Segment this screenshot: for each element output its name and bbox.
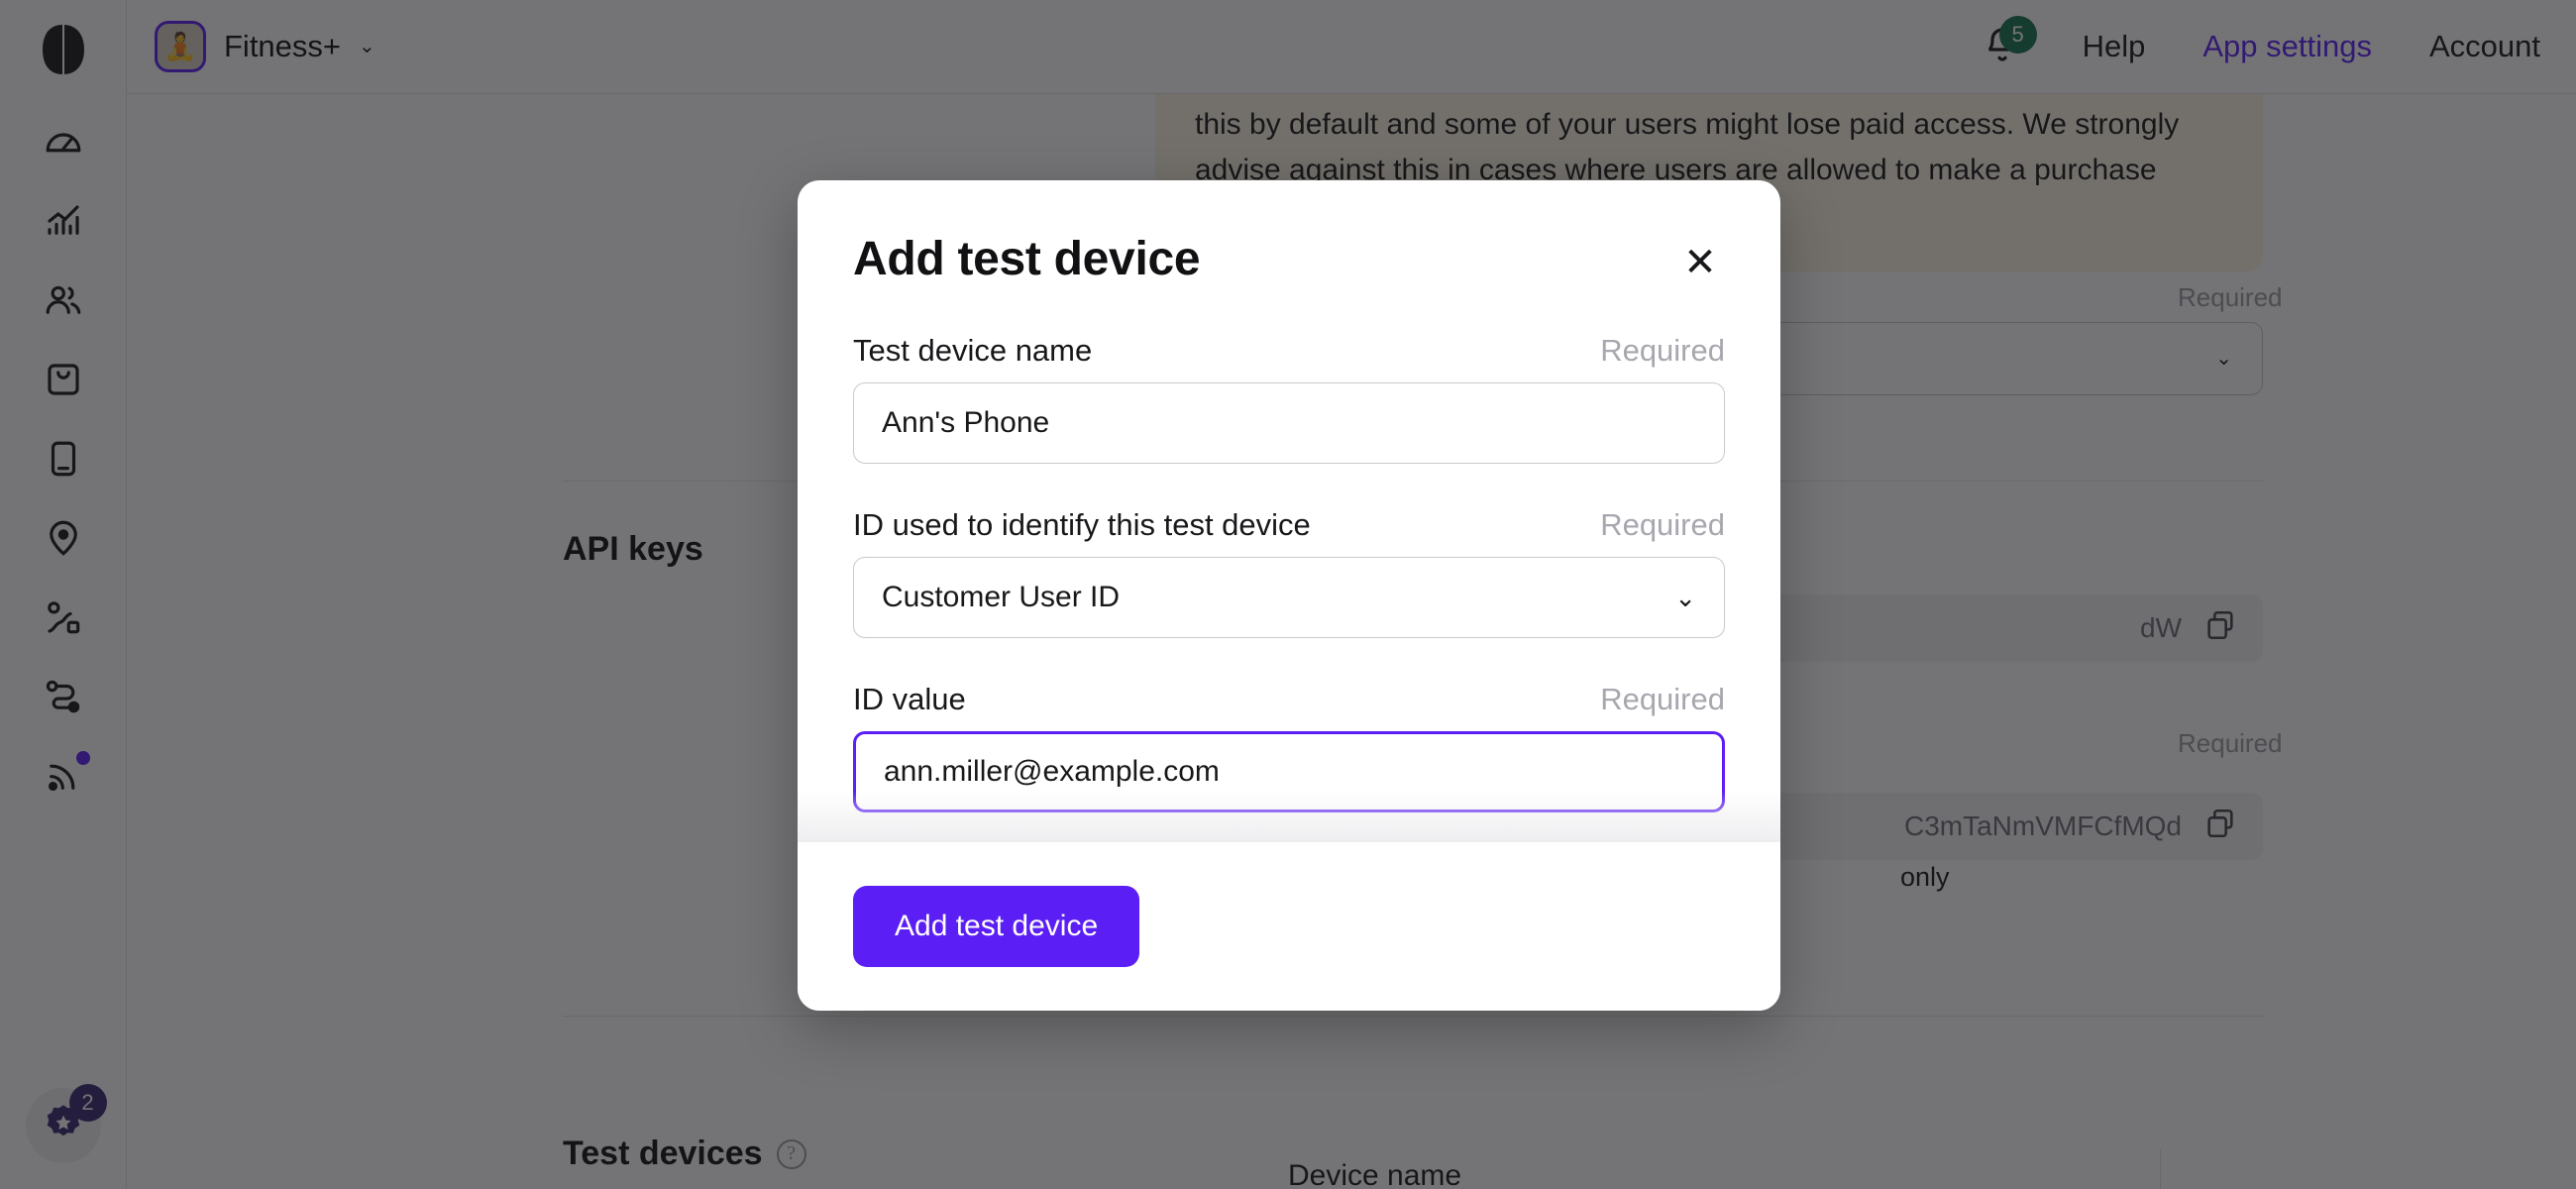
id-value-input[interactable]: ann.miller@example.com [853,731,1725,812]
field-test-device-name: Test device name Required Ann's Phone [853,333,1725,464]
dialog-header: Add test device ✕ [798,180,1780,295]
chevron-down-icon: ⌄ [1674,583,1696,612]
field-label: Test device name [853,333,1093,368]
dialog-body: Test device name Required Ann's Phone ID… [798,295,1780,842]
close-icon[interactable]: ✕ [1675,238,1725,287]
dialog-title: Add test device [853,233,1201,285]
required-label: Required [1600,333,1725,368]
field-label: ID used to identify this test device [853,507,1311,542]
field-label-row: ID value Required [853,682,1725,717]
add-test-device-button[interactable]: Add test device [853,886,1140,967]
required-label: Required [1600,682,1725,716]
field-label-row: Test device name Required [853,333,1725,369]
field-label-row: ID used to identify this test device Req… [853,507,1725,543]
select-value: Customer User ID [882,581,1121,613]
field-id-type: ID used to identify this test device Req… [853,507,1725,638]
input-value: Ann's Phone [882,406,1050,439]
dialog-footer: Add test device [798,842,1780,1011]
required-label: Required [1600,507,1725,542]
field-id-value: ID value Required ann.miller@example.com [853,682,1725,812]
input-value: ann.miller@example.com [884,755,1220,788]
id-type-select[interactable]: Customer User ID ⌄ [853,557,1725,638]
field-label: ID value [853,682,966,716]
test-device-name-input[interactable]: Ann's Phone [853,382,1725,464]
add-test-device-dialog: Add test device ✕ Test device name Requi… [798,180,1780,1011]
app-root: 2 🧘 Fitness+ ⌄ 5 Help App setti [0,0,2576,1189]
